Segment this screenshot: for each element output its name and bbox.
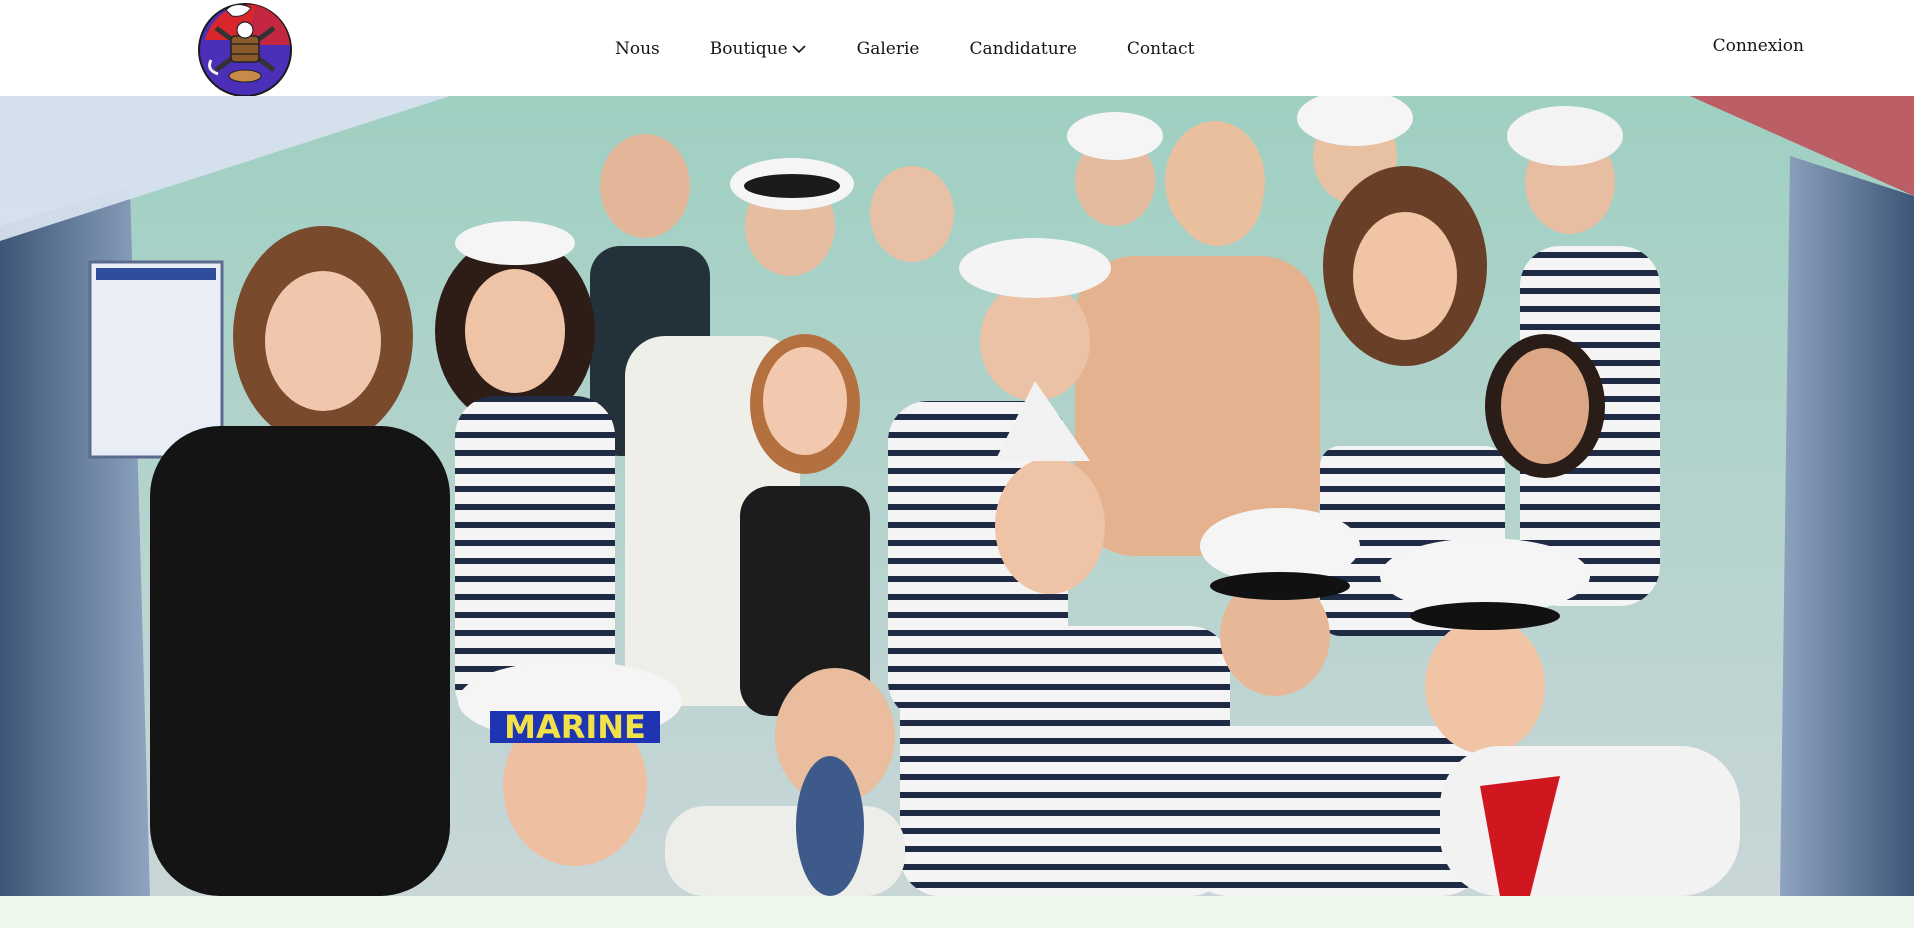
site-header: Nous Boutique Galerie Candidature Contac… <box>0 0 1914 97</box>
nav-item-label: Nous <box>615 39 660 59</box>
club-mascot-logo-icon <box>198 3 292 97</box>
nav-item-label: Boutique <box>709 39 788 59</box>
group-photo-sailor-costumes-icon: MARINE <box>0 96 1914 896</box>
login-link[interactable]: Connexion <box>1713 36 1804 56</box>
chevron-down-icon <box>792 45 806 54</box>
logo-link[interactable] <box>196 0 294 97</box>
nav-item-nous[interactable]: Nous <box>615 39 660 59</box>
nav-item-label: Candidature <box>969 39 1077 59</box>
hero-banner: MARINE <box>0 96 1914 896</box>
page: Nous Boutique Galerie Candidature Contac… <box>0 0 1914 928</box>
nav-item-label: Galerie <box>856 39 920 59</box>
nav-item-label: Contact <box>1126 39 1195 59</box>
nav-item-contact[interactable]: Contact <box>1127 39 1195 59</box>
nav-item-galerie[interactable]: Galerie <box>857 39 920 59</box>
main-nav: Nous Boutique Galerie Candidature Contac… <box>615 36 1194 62</box>
hat-text: MARINE <box>504 708 646 746</box>
nav-item-candidature[interactable]: Candidature <box>969 39 1076 59</box>
nav-item-boutique[interactable]: Boutique <box>710 39 807 59</box>
section-divider-strip <box>0 896 1914 928</box>
